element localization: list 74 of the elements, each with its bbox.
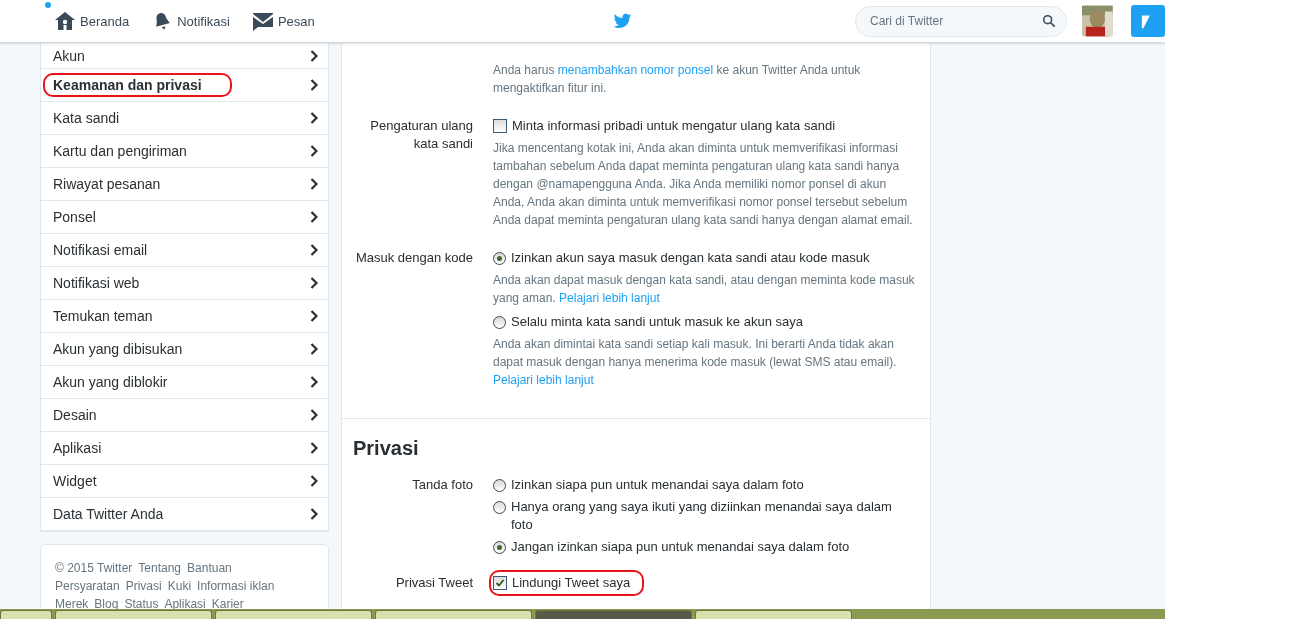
chevron-icon [310, 112, 318, 124]
radio-button[interactable] [493, 479, 506, 492]
chevron-icon [310, 409, 318, 421]
chevron-icon [310, 343, 318, 355]
radio-button[interactable] [493, 252, 506, 265]
help-text: Anda harus menambahkan nomor ponsel ke akun Twitter Anda untuk mengaktifkan fitur ini. [493, 62, 862, 97]
section-heading: Privasi [353, 437, 420, 460]
menu-item[interactable]: Aplikasi [41, 432, 328, 465]
chevron-icon [310, 310, 318, 322]
footer-link[interactable]: Tentang [138, 560, 182, 576]
nav-link[interactable]: Pesan [251, 11, 315, 31]
footer-link[interactable]: Privasi [125, 578, 162, 594]
chevron-icon [310, 49, 318, 62]
radio-button[interactable] [493, 316, 506, 329]
radio-button[interactable] [493, 501, 506, 514]
chevron-icon [310, 79, 318, 91]
menu-item[interactable]: Kartu dan pengiriman [41, 135, 328, 168]
search-field[interactable]: Cari di Twitter [855, 5, 1068, 37]
copyright-text: © 2015 Twitter [55, 560, 133, 576]
menu-item[interactable]: Akun yang dibisukan [41, 333, 328, 366]
chevron-icon [310, 376, 318, 388]
menu-item[interactable]: Temukan teman [41, 300, 328, 333]
menu-item[interactable]: Riwayat pesanan [41, 168, 328, 201]
radio-button[interactable] [493, 541, 506, 554]
tweet-button[interactable] [1131, 5, 1165, 37]
menu-item[interactable]: Akun [41, 43, 328, 69]
radio-option[interactable]: Jangan izinkan siapa pun untuk menandai saya dalam foto [493, 538, 916, 556]
footer-link[interactable]: Kuki [167, 578, 192, 594]
footer-link[interactable]: Status [124, 596, 159, 612]
radio-option[interactable]: Izinkan siapa pun untuk menandai saya dalam foto [493, 476, 916, 494]
menu-item[interactable]: Keamanan dan privasi [41, 69, 328, 102]
chevron-icon [310, 145, 318, 157]
footer-link[interactable]: Informasi iklan [197, 578, 275, 594]
chevron-icon [310, 178, 318, 190]
chevron-icon [310, 277, 318, 289]
nav-link[interactable]: Beranda [54, 11, 130, 31]
search-icon [1042, 14, 1057, 28]
menu-item[interactable]: Data Twitter Anda [41, 498, 328, 531]
setting-label: Masuk dengan kode [354, 249, 473, 267]
menu-item[interactable]: Widget [41, 465, 328, 498]
chevron-icon [310, 442, 318, 454]
menu-item[interactable]: Kata sandi [41, 102, 328, 135]
footer-link[interactable]: Bantuan [187, 560, 232, 576]
setting-label: Tanda foto [411, 476, 473, 494]
radio-option[interactable]: Izinkan akun saya masuk dengan kata sandi atau kode masuk [493, 249, 916, 267]
bird-logo-icon[interactable] [612, 12, 632, 30]
help-text: Anda akan dimintai kata sandi setiap kali masuk. Ini berarti Anda tidak akan dapat masuk dengan hanya menerima kode masuk (lewat SMS atau email). Pelajari lebih lanjut [493, 336, 898, 389]
help-text: Jika mencentang kotak ini, Anda akan diminta untuk memverifikasi informasi tambahan sebelum Anda dapat meminta pengaturan ulang kata sandi hanya dengan @namapengguna Anda. Jika Anda memiliki nomor ponsel di akun Anda, Anda akan diminta untuk memverifikasi nomor ponsel tersebut sebelum Anda dapat meminta pengaturan ulang kata sandi hanya dengan alamat email. [493, 140, 914, 229]
footer-link[interactable]: Aplikasi [164, 596, 206, 612]
checkbox-option[interactable]: Lindungi Tweet saya [493, 574, 641, 592]
setting-label: Privasi Tweet [394, 574, 473, 592]
chevron-icon [310, 211, 318, 223]
radio-option[interactable]: Selalu minta kata sandi untuk masuk ke akun saya [493, 313, 916, 331]
footer-link[interactable]: Karier [211, 596, 244, 612]
checkbox[interactable] [493, 576, 507, 590]
help-text: Anda akan dapat masuk dengan kata sandi, atau dengan meminta kode masuk yang aman. Pelajari lebih lanjut [493, 272, 916, 307]
home-icon [54, 11, 76, 31]
setting-label: Pengaturan ulang kata sandi [369, 117, 473, 153]
menu-item[interactable]: Notifikasi web [41, 267, 328, 300]
footer-link[interactable]: Merek [55, 596, 89, 612]
chevron-icon [310, 244, 318, 256]
envelope-icon [251, 11, 274, 31]
menu-item[interactable]: Ponsel [41, 201, 328, 234]
nav-link[interactable]: Notifikasi [151, 11, 230, 31]
checkbox-option[interactable]: Minta informasi pribadi untuk mengatur ulang kata sandi [493, 117, 916, 135]
footer-link[interactable]: Persyaratan [55, 578, 120, 594]
menu-item[interactable]: Notifikasi email [41, 234, 328, 267]
search-input[interactable]: Cari di Twitter [868, 13, 1043, 29]
menu-item[interactable]: Desain [41, 399, 328, 432]
chevron-icon [310, 475, 318, 487]
menu-item[interactable]: Akun yang diblokir [41, 366, 328, 399]
chevron-icon [310, 508, 318, 520]
radio-option[interactable]: Hanya orang yang saya ikuti yang diziinkan menandai saya dalam foto [493, 498, 916, 534]
checkbox[interactable] [493, 119, 507, 133]
